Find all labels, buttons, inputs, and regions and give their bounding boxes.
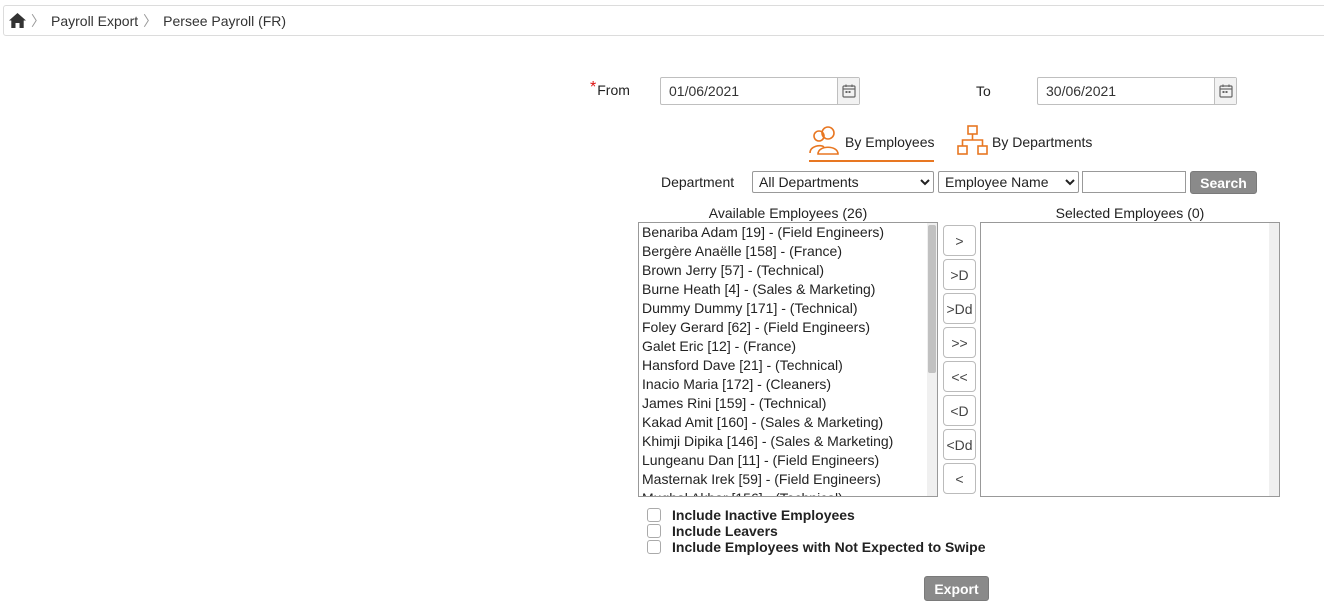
list-item[interactable]: Khimji Dipika [146] - (Sales & Marketing… xyxy=(642,432,927,451)
export-button[interactable]: Export xyxy=(924,576,989,601)
move-button[interactable]: >> xyxy=(943,327,976,358)
from-date-field[interactable] xyxy=(660,77,860,105)
search-field-select[interactable]: Employee Name xyxy=(938,171,1079,193)
include-leavers-checkbox[interactable] xyxy=(647,524,661,538)
move-button[interactable]: < xyxy=(943,463,976,494)
breadcrumb-payroll-export[interactable]: Payroll Export xyxy=(51,13,138,29)
tab-by-departments[interactable]: By Departments xyxy=(957,125,1092,159)
move-button[interactable]: >Dd xyxy=(943,293,976,324)
to-date-field[interactable] xyxy=(1037,77,1237,105)
available-employees-list[interactable]: Benariba Adam [19] - (Field Engineers) Be… xyxy=(638,222,938,497)
include-not-expected-swipe-label: Include Employees with Not Expected to S… xyxy=(672,539,986,555)
to-date-input[interactable] xyxy=(1038,78,1214,104)
selected-scrollbar[interactable] xyxy=(1269,223,1279,496)
breadcrumb-persee-payroll: Persee Payroll (FR) xyxy=(163,12,287,29)
users-icon xyxy=(809,125,841,158)
list-item[interactable]: Dummy Dummy [171] - (Technical) xyxy=(642,299,927,318)
list-item[interactable]: Kakad Amit [160] - (Sales & Marketing) xyxy=(642,413,927,432)
calendar-icon[interactable] xyxy=(1214,78,1236,104)
department-select[interactable]: All Departments xyxy=(752,171,934,193)
list-item[interactable]: Galet Eric [12] - (France) xyxy=(642,337,927,356)
org-chart-icon xyxy=(957,125,988,159)
tab-by-departments-label: By Departments xyxy=(992,134,1093,150)
include-inactive-checkbox[interactable] xyxy=(647,508,661,522)
include-leavers-label: Include Leavers xyxy=(672,523,778,539)
list-item[interactable]: Foley Gerard [62] - (Field Engineers) xyxy=(642,318,927,337)
list-item[interactable]: Burne Heath [4] - (Sales & Marketing) xyxy=(642,280,927,299)
include-inactive-label: Include Inactive Employees xyxy=(672,507,855,523)
from-label-text: From xyxy=(597,82,630,98)
breadcrumb-separator: 〉 xyxy=(143,12,158,29)
breadcrumb-separator: 〉 xyxy=(31,12,45,29)
selected-employees-list[interactable] xyxy=(980,222,1280,497)
move-button[interactable]: << xyxy=(943,361,976,392)
to-label: To xyxy=(976,83,991,99)
department-label: Department xyxy=(661,174,735,190)
available-scroll-thumb[interactable] xyxy=(928,225,936,373)
list-item[interactable]: Mughal Akbar [156] - (Technical) xyxy=(642,489,927,496)
from-date-input[interactable] xyxy=(661,78,837,104)
include-not-expected-swipe-checkbox[interactable] xyxy=(647,540,661,554)
available-items: Benariba Adam [19] - (Field Engineers) Be… xyxy=(639,223,927,496)
available-scrollbar[interactable] xyxy=(927,223,937,496)
tab-by-employees-label: By Employees xyxy=(845,133,935,150)
list-item[interactable]: Hansford Dave [21] - (Technical) xyxy=(642,356,927,375)
list-item[interactable]: Lungeanu Dan [11] - (Field Engineers) xyxy=(642,451,927,470)
list-item[interactable]: James Rini [159] - (Technical) xyxy=(642,394,927,413)
list-item[interactable]: Bergère Anaëlle [158] - (France) xyxy=(642,242,927,261)
move-button[interactable]: <Dd xyxy=(943,429,976,460)
list-item[interactable]: Inacio Maria [172] - (Cleaners) xyxy=(642,375,927,394)
calendar-icon[interactable] xyxy=(837,78,859,104)
selected-employees-header: Selected Employees (0) xyxy=(1055,205,1205,221)
breadcrumb: 〉 Payroll Export 〉 Persee Payroll (FR) xyxy=(3,5,1324,36)
move-button[interactable]: > xyxy=(943,225,976,256)
search-input[interactable] xyxy=(1082,171,1186,193)
list-item[interactable]: Masternak Irek [59] - (Field Engineers) xyxy=(642,470,927,489)
required-marker: * xyxy=(590,79,597,96)
tab-by-employees[interactable]: By Employees xyxy=(809,125,935,162)
move-button[interactable]: <D xyxy=(943,395,976,426)
from-label: *From xyxy=(590,79,630,100)
list-item[interactable]: Benariba Adam [19] - (Field Engineers) xyxy=(642,223,927,242)
move-button[interactable]: >D xyxy=(943,259,976,290)
list-item[interactable]: Brown Jerry [57] - (Technical) xyxy=(642,261,927,280)
search-button[interactable]: Search xyxy=(1190,171,1257,194)
available-employees-header: Available Employees (26) xyxy=(708,205,868,221)
home-icon[interactable] xyxy=(9,12,26,29)
